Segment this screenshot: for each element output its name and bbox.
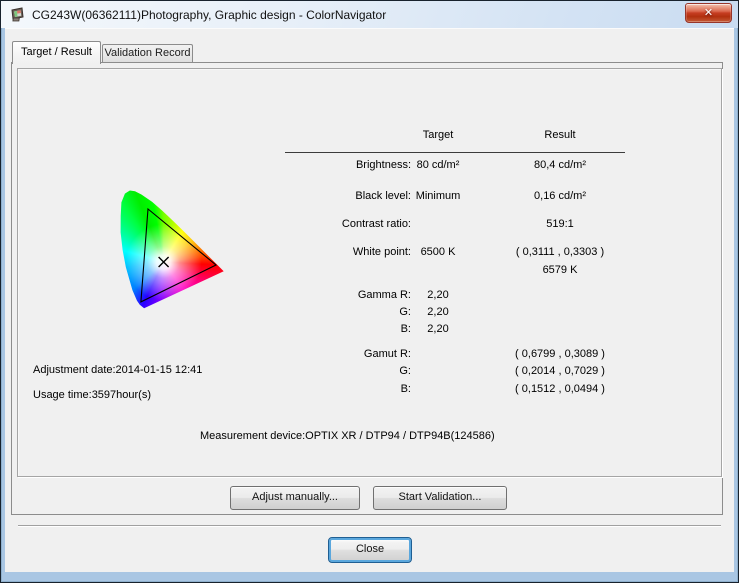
tab-target-result[interactable]: Target / Result bbox=[12, 41, 101, 64]
table-row-gamut-r: Gamut R: ( 0,6799 , 0,3089 ) bbox=[5, 348, 734, 362]
table-header-rule bbox=[285, 152, 625, 153]
close-button[interactable]: Close bbox=[328, 537, 412, 563]
table-row-brightness: Brightness: 80 cd/m² 80,4 cd/m² bbox=[5, 159, 734, 173]
adjust-manually-button[interactable]: Adjust manually... bbox=[230, 486, 360, 510]
adjust-manually-label: Adjust manually... bbox=[252, 491, 338, 503]
app-icon bbox=[9, 6, 26, 23]
table-row-gamma-b: B: 2,20 bbox=[5, 323, 734, 337]
row-label: G: bbox=[211, 365, 411, 377]
row-label: Contrast ratio: bbox=[211, 218, 411, 230]
table-row-black-level: Black level: Minimum 0,16 cd/m² bbox=[5, 190, 734, 204]
row-result-value: 519:1 bbox=[480, 218, 640, 230]
measurement-device-text: Measurement device:OPTIX XR / DTP94 / DT… bbox=[200, 430, 495, 442]
start-validation-button[interactable]: Start Validation... bbox=[373, 486, 507, 510]
row-label: Gamut R: bbox=[211, 348, 411, 360]
adjustment-date-text: Adjustment date:2014-01-15 12:41 bbox=[33, 364, 202, 376]
tab-validation-record[interactable]: Validation Record bbox=[102, 44, 193, 62]
close-icon: ✕ bbox=[704, 7, 713, 19]
close-window-button[interactable]: ✕ bbox=[685, 3, 732, 23]
close-button-label: Close bbox=[356, 543, 384, 555]
tab-label: Validation Record bbox=[104, 47, 190, 59]
window-title: CG243W(06362111)Photography, Graphic des… bbox=[32, 8, 386, 22]
row-label: B: bbox=[211, 383, 411, 395]
row-result-value: ( 0,6799 , 0,3089 ) bbox=[480, 348, 640, 360]
table-row-gamma-g: G: 2,20 bbox=[5, 306, 734, 320]
bottom-separator bbox=[18, 525, 721, 527]
row-result-value: ( 0,3111 , 0,3303 ) bbox=[480, 246, 640, 258]
table-row-white-point-kelvin: 6579 K bbox=[5, 264, 734, 278]
table-row-contrast-ratio: Contrast ratio: 519:1 bbox=[5, 218, 734, 232]
row-result-value: ( 0,2014 , 0,7029 ) bbox=[480, 365, 640, 377]
title-bar: CG243W(06362111)Photography, Graphic des… bbox=[1, 1, 738, 28]
table-row-gamma-r: Gamma R: 2,20 bbox=[5, 289, 734, 303]
dialog-client-area: Target / Result Validation Record Target… bbox=[5, 28, 734, 572]
row-result-value: 80,4 cd/m² bbox=[480, 159, 640, 171]
row-result-value: ( 0,1512 , 0,0494 ) bbox=[480, 383, 640, 395]
row-target-value: 2,20 bbox=[378, 289, 498, 301]
table-row-white-point: White point: 6500 K ( 0,3111 , 0,3303 ) bbox=[5, 246, 734, 260]
tab-label: Target / Result bbox=[21, 46, 92, 58]
row-result-value: 6579 K bbox=[480, 264, 640, 276]
colornavigator-window: CG243W(06362111)Photography, Graphic des… bbox=[0, 0, 739, 583]
usage-time-text: Usage time:3597hour(s) bbox=[33, 389, 151, 401]
row-result-value: 0,16 cd/m² bbox=[480, 190, 640, 202]
start-validation-label: Start Validation... bbox=[399, 491, 482, 503]
row-target-value: 2,20 bbox=[378, 323, 498, 335]
column-header-result: Result bbox=[480, 129, 640, 141]
row-target-value: 2,20 bbox=[378, 306, 498, 318]
